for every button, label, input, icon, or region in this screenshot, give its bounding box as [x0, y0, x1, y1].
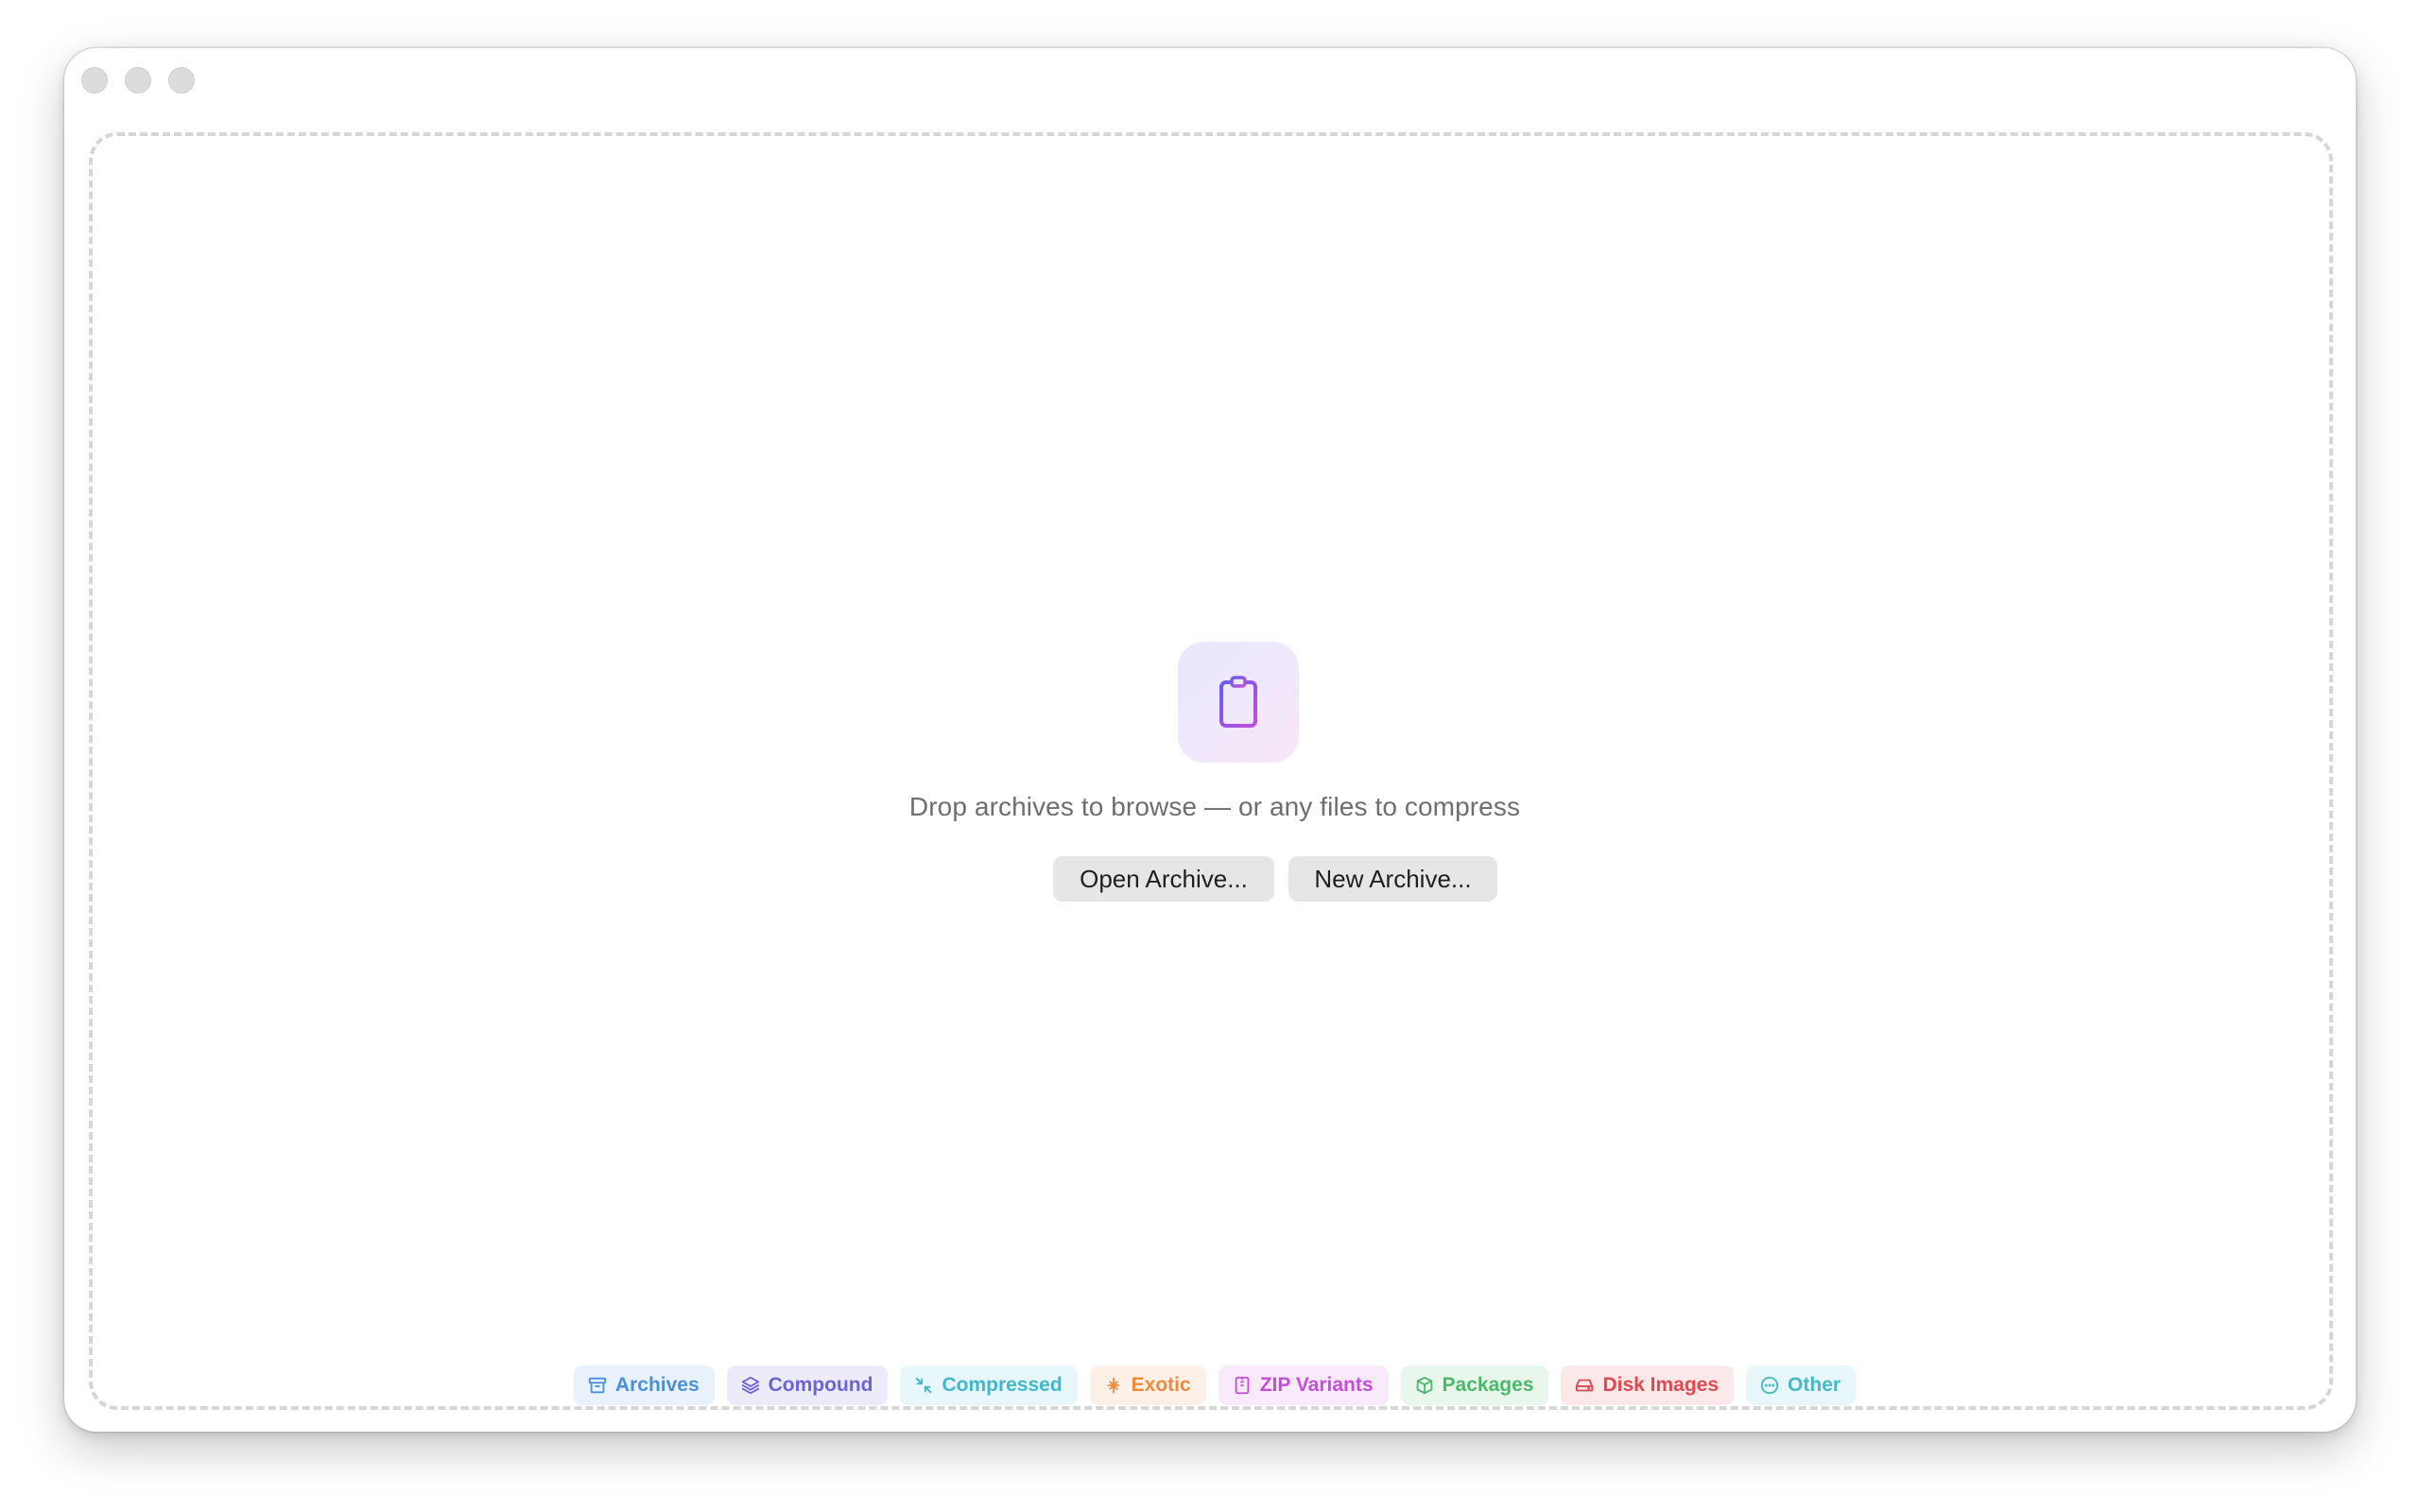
compress-arrows-icon	[916, 1377, 932, 1394]
chip-zip-variants[interactable]: ZIP Variants	[1218, 1366, 1389, 1405]
window-controls	[81, 67, 195, 94]
drop-zone[interactable]: Drop archives to browse — or any files t…	[89, 132, 2333, 1410]
chip-compressed[interactable]: Compressed	[900, 1366, 1078, 1405]
archive-box-icon	[588, 1377, 607, 1394]
chip-label: Compressed	[942, 1374, 1063, 1396]
chip-label: ZIP Variants	[1259, 1374, 1374, 1396]
zip-file-icon	[1235, 1376, 1250, 1395]
chip-label: Disk Images	[1602, 1374, 1720, 1396]
sparkle-icon	[1107, 1377, 1120, 1394]
package-cube-icon	[1416, 1376, 1432, 1395]
chip-exotic[interactable]: Exotic	[1089, 1366, 1206, 1405]
chip-packages[interactable]: Packages	[1400, 1366, 1549, 1405]
new-archive-button[interactable]: New Archive...	[1288, 856, 1497, 902]
layers-icon	[741, 1376, 759, 1395]
ellipsis-circle-icon	[1760, 1376, 1779, 1395]
open-archive-button[interactable]: Open Archive...	[1053, 856, 1274, 902]
chip-compound[interactable]: Compound	[726, 1366, 889, 1405]
zip-clipboard-icon	[1178, 642, 1299, 763]
chip-label: Other	[1788, 1374, 1841, 1396]
close-window-button[interactable]	[81, 67, 108, 94]
drop-instructions: Drop archives to browse — or any files t…	[908, 792, 1521, 821]
disk-drive-icon	[1576, 1379, 1594, 1392]
format-chips: Archives Compound Compressed Exotic ZIP …	[93, 1366, 2337, 1405]
chip-archives[interactable]: Archives	[573, 1366, 715, 1405]
chip-label: Exotic	[1131, 1374, 1191, 1396]
zoom-window-button[interactable]	[168, 67, 195, 94]
chip-label: Archives	[614, 1374, 700, 1396]
chip-label: Compound	[768, 1374, 873, 1396]
chip-label: Packages	[1442, 1374, 1534, 1396]
chip-other[interactable]: Other	[1746, 1366, 1857, 1405]
minimize-window-button[interactable]	[125, 67, 151, 94]
chip-disk-images[interactable]: Disk Images	[1561, 1366, 1735, 1405]
app-window: Drop archives to browse — or any files t…	[64, 48, 2356, 1432]
